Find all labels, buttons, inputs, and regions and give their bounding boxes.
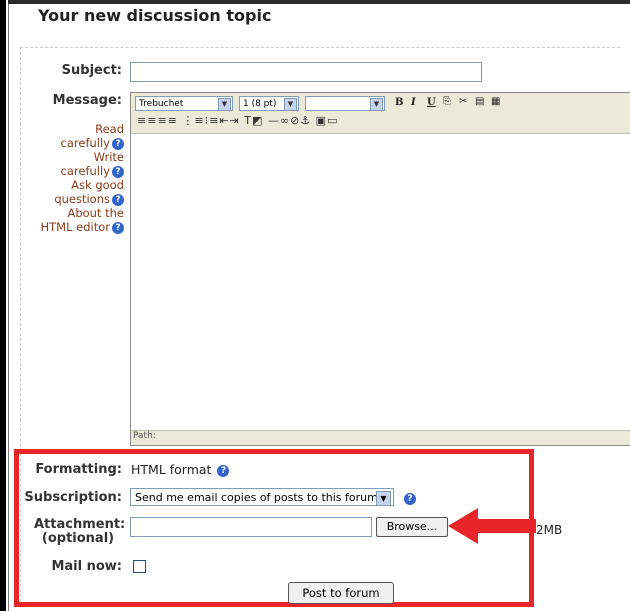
- post-to-forum-button[interactable]: Post to forum: [288, 582, 394, 604]
- subject-input[interactable]: [130, 62, 482, 82]
- bold-icon[interactable]: B: [395, 97, 403, 108]
- subscription-label: Subscription:: [24, 490, 122, 505]
- underline-icon[interactable]: U: [427, 97, 436, 108]
- toolbar-row-2: ≡≡≡≡ ⋮≡⁝≡⇤⇥ T◩ —∞⊘⚓ ▣▭: [137, 114, 338, 127]
- attachment-input[interactable]: [130, 517, 372, 537]
- outdent-icon[interactable]: ⇤: [219, 114, 229, 127]
- text-color-icon[interactable]: T: [244, 114, 252, 127]
- font-size-select[interactable]: 1 (8 pt) ▼: [239, 96, 299, 111]
- formatting-label: Formatting:: [35, 462, 122, 477]
- help-links: Read carefully? Write carefully? Ask goo…: [22, 122, 124, 234]
- cut-icon[interactable]: ✂: [459, 96, 467, 107]
- align-center-icon[interactable]: ≡: [147, 114, 157, 127]
- font-family-value: Trebuchet: [139, 99, 184, 109]
- help-link-read-a[interactable]: Read: [22, 122, 124, 136]
- clean-word-icon[interactable]: ▦: [491, 96, 500, 107]
- help-link-questions-b[interactable]: questions: [54, 192, 110, 206]
- image-icon[interactable]: ▣: [316, 114, 327, 127]
- form-border-top: [20, 47, 620, 48]
- chevron-down-icon: ▼: [284, 98, 297, 111]
- message-edit-area[interactable]: [131, 134, 630, 429]
- table-icon[interactable]: ▭: [327, 114, 338, 127]
- align-left-icon[interactable]: ≡: [137, 114, 147, 127]
- message-label: Message:: [52, 93, 122, 108]
- formatting-value: HTML format ?: [131, 462, 230, 477]
- unlink-icon[interactable]: ⊘: [290, 114, 300, 127]
- browse-button[interactable]: Browse...: [376, 517, 448, 537]
- subscription-value: Send me email copies of posts to this fo…: [135, 491, 378, 504]
- top-edge-bar: [8, 0, 630, 4]
- help-link-write-b[interactable]: carefully: [61, 164, 110, 178]
- subscription-select[interactable]: Send me email copies of posts to this fo…: [130, 488, 394, 506]
- ordered-list-icon[interactable]: ⋮≡: [182, 114, 204, 127]
- question-circle-icon[interactable]: ?: [112, 137, 124, 150]
- font-size-value: 1 (8 pt): [243, 99, 277, 109]
- mail-now-label: Mail now:: [51, 559, 122, 574]
- question-circle-icon[interactable]: ?: [112, 193, 124, 206]
- help-link-editor-b[interactable]: HTML editor: [41, 220, 111, 234]
- attachment-label-text: Attachment:: [34, 517, 126, 532]
- question-circle-icon[interactable]: ?: [404, 493, 416, 505]
- formatting-value-text: HTML format: [131, 462, 212, 477]
- question-circle-icon[interactable]: ?: [112, 221, 124, 234]
- help-link-editor-a[interactable]: About the: [22, 206, 124, 220]
- editor-toolbar: Trebuchet ▼ 1 (8 pt) ▼ ▼ B I U ⎘ ✂ ▤ ▦ ≡≡≡…: [131, 93, 630, 134]
- chevron-down-icon: ▼: [376, 491, 391, 506]
- help-link-read-b[interactable]: carefully: [61, 136, 110, 150]
- align-right-icon[interactable]: ≡: [157, 114, 167, 127]
- attachment-label: Attachment: (optional): [34, 517, 126, 546]
- question-circle-icon[interactable]: ?: [112, 165, 124, 178]
- mail-now-checkbox[interactable]: [133, 560, 146, 573]
- question-circle-icon[interactable]: ?: [217, 464, 230, 477]
- link-icon[interactable]: ∞: [280, 114, 290, 127]
- indent-icon[interactable]: ⇥: [230, 114, 240, 127]
- page-title: Your new discussion topic: [38, 6, 272, 25]
- unordered-list-icon[interactable]: ⁝≡: [205, 114, 220, 127]
- help-link-questions-a[interactable]: Ask good: [22, 178, 124, 192]
- attachment-optional-text: (optional): [41, 531, 115, 546]
- editor-path-bar: Path:: [131, 430, 630, 445]
- help-link-write-a[interactable]: Write: [22, 150, 124, 164]
- anchor-icon[interactable]: ⚓: [300, 114, 311, 127]
- max-size-text: 2MB: [536, 523, 563, 537]
- paste-icon[interactable]: ▤: [475, 96, 484, 107]
- justify-icon[interactable]: ≡: [168, 114, 178, 127]
- font-family-select[interactable]: Trebuchet ▼: [135, 96, 233, 111]
- chevron-down-icon: ▼: [218, 98, 231, 111]
- subject-label: Subject:: [61, 63, 122, 78]
- horizontal-rule-icon[interactable]: —: [268, 114, 280, 127]
- paragraph-style-select[interactable]: ▼: [305, 96, 385, 111]
- arrow-left-icon: [448, 508, 536, 544]
- left-edge-bar: [0, 0, 6, 611]
- chevron-down-icon: ▼: [370, 98, 383, 111]
- bg-color-icon[interactable]: ◩: [252, 114, 263, 127]
- copy-icon[interactable]: ⎘: [443, 96, 451, 107]
- html-editor: Trebuchet ▼ 1 (8 pt) ▼ ▼ B I U ⎘ ✂ ▤ ▦ ≡≡≡…: [130, 92, 630, 446]
- italic-icon[interactable]: I: [411, 97, 416, 108]
